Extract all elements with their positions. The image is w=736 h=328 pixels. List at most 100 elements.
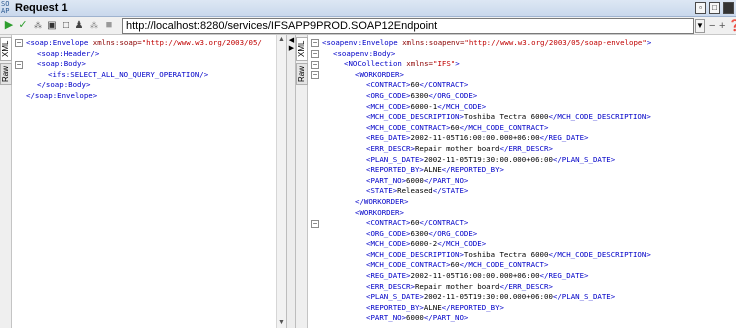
xml-token: </CONTRACT>: [419, 218, 469, 228]
run-icon[interactable]: ▶: [3, 19, 15, 32]
xml-line: <MCH_CODE>6000-2</MCH_CODE>: [322, 239, 651, 250]
collapse-left-icon[interactable]: ◀: [288, 37, 295, 44]
xml-token: Toshiba Tectra 6000: [463, 249, 549, 259]
tab-raw[interactable]: Raw: [0, 63, 12, 85]
stop-icon[interactable]: □: [60, 19, 72, 32]
soap-request-icon: SO AP: [1, 0, 10, 15]
help-icon[interactable]: ❓: [728, 19, 736, 33]
xml-token: <MCH_CODE_CONTRACT>: [366, 122, 451, 132]
xml-token: </ORG_CODE>: [428, 228, 478, 238]
fold-toggle-icon[interactable]: −: [311, 60, 319, 69]
endpoint-url-input[interactable]: http://localhost:8280/services/IFSAPP9PR…: [122, 18, 694, 34]
scroll-down-icon[interactable]: ▼: [277, 318, 286, 328]
xml-token: <PART_NO>: [366, 175, 407, 185]
xml-token: <soap:Header/>: [37, 48, 100, 58]
request-xml-editor[interactable]: <soap:Envelope xmlns:soap="http://www.w3…: [26, 38, 262, 102]
xml-token: </MCH_CODE>: [437, 239, 487, 249]
xml-token: 2002-11-05T16:00:00.000+06:00: [410, 133, 540, 143]
xml-token: </ORG_CODE>: [428, 90, 478, 100]
xml-token: "http://www.w3.org/2003/05/soap-envelope…: [464, 38, 647, 47]
xml-line: <soap:Header/>: [26, 49, 262, 60]
xml-token: </MCH_CODE_DESCRIPTION>: [548, 249, 651, 259]
xml-token: </PART_NO>: [423, 175, 469, 185]
window-title-bar: SO AP Request 1 ▫ □: [0, 0, 736, 17]
fold-toggle-icon[interactable]: −: [15, 60, 23, 69]
xml-token: <NOCollection: [344, 59, 407, 69]
fold-toggle-icon[interactable]: −: [311, 39, 319, 48]
xml-token: </MCH_CODE>: [437, 101, 487, 111]
xml-token: <ifs:SELECT_ALL_NO_QUERY_OPERATION/>: [48, 69, 209, 79]
fold-toggle-icon[interactable]: −: [15, 39, 23, 48]
tab-xml[interactable]: XML: [296, 37, 308, 61]
xml-token: </soap:Body>: [37, 80, 91, 90]
xml-token: <MCH_CODE_DESCRIPTION>: [366, 112, 464, 122]
xml-token: </soap:Envelope>: [26, 90, 98, 100]
xml-token: <REPORTED_BY>: [366, 165, 424, 175]
xml-line: <MCH_CODE_DESCRIPTION>Toshiba Tectra 600…: [322, 112, 651, 123]
tile-icon[interactable]: ■: [103, 19, 115, 32]
maximize-icon[interactable]: □: [709, 2, 720, 14]
xml-line: <WORKORDER>: [322, 208, 651, 219]
xml-line: <CONTRACT>60</CONTRACT>: [322, 80, 651, 91]
format-icon[interactable]: ▣: [46, 19, 58, 32]
fold-toggle-icon[interactable]: −: [311, 71, 319, 80]
xml-token: <ORG_CODE>: [366, 90, 411, 100]
xml-line: <PART_NO>6000</PART_NO>: [322, 313, 651, 324]
xml-token: </MCH_CODE_CONTRACT>: [459, 260, 549, 270]
tab-xml[interactable]: XML: [0, 37, 12, 61]
xml-token: "IFS": [433, 59, 456, 69]
xml-line: <soap:Envelope xmlns:soap="http://www.w3…: [26, 38, 262, 49]
fold-toggle-icon[interactable]: −: [311, 49, 319, 58]
xml-token: <MCH_CODE_DESCRIPTION>: [366, 249, 464, 259]
xml-token: <PLAN_S_DATE>: [366, 292, 424, 302]
restore-icon[interactable]: ▫: [695, 2, 706, 14]
xml-line: </soap:Envelope>: [26, 91, 262, 102]
xml-token: </MCH_CODE_CONTRACT>: [459, 122, 549, 132]
xml-line: </soap:Body>: [26, 80, 262, 91]
endpoint-dropdown-chevron-down-icon[interactable]: ▼: [695, 19, 705, 33]
wsdl-icon[interactable]: ⁂: [32, 19, 44, 32]
xml-line: <soapenv:Envelope xmlns:soapenv="http://…: [322, 38, 651, 49]
xml-line: <REG_DATE>2002-11-05T16:00:00.000+06:00<…: [322, 133, 651, 144]
xml-line: <WORKORDER>: [322, 70, 651, 81]
request-view-tabs: XML Raw: [0, 35, 12, 328]
window-controls: ▫ □: [695, 2, 734, 14]
xml-token: Released: [397, 186, 433, 196]
scroll-up-icon[interactable]: ▲: [277, 35, 286, 45]
xml-line: <ORG_CODE>6300</ORG_CODE>: [322, 91, 651, 102]
xml-token: <ORG_CODE>: [366, 228, 411, 238]
request-scrollbar[interactable]: ▲ ▼: [276, 35, 286, 328]
xml-token: xmlns:soap=: [92, 38, 142, 47]
response-xml-viewer[interactable]: <soapenv:Envelope xmlns:soapenv="http://…: [322, 38, 651, 324]
xml-token: <soap:Body>: [37, 59, 86, 69]
xml-token: 2002-11-05T16:00:00.000+06:00: [410, 271, 540, 281]
request-fold-gutter: − −: [13, 35, 25, 328]
xml-token: ALNE: [423, 302, 442, 312]
xml-token: </WORKORDER>: [355, 196, 409, 206]
close-icon[interactable]: [723, 2, 734, 14]
xml-token: <soapenv:Body>: [333, 48, 396, 58]
xml-line: <CONTRACT>60</CONTRACT>: [322, 218, 651, 229]
xml-token: 2002-11-05T19:30:00.000+06:00: [423, 292, 553, 302]
xml-token: <MCH_CODE>: [366, 239, 411, 249]
tab-raw[interactable]: Raw: [296, 63, 308, 85]
xml-line: <ERR_DESCR>Repair mother board</ERR_DESC…: [322, 282, 651, 293]
wss-icon[interactable]: ⁂: [88, 19, 100, 32]
xml-token: </REG_DATE>: [539, 133, 589, 143]
xml-token: <CONTRACT>: [366, 80, 411, 90]
minus-icon[interactable]: −: [709, 19, 715, 33]
collapse-right-icon[interactable]: ▶: [288, 45, 295, 52]
response-fold-gutter: − − − − −: [309, 35, 321, 328]
xml-line: <MCH_CODE_DESCRIPTION>Toshiba Tectra 600…: [322, 250, 651, 261]
xml-line: <MCH_CODE_CONTRACT>60</MCH_CODE_CONTRACT…: [322, 260, 651, 271]
xml-line: <PLAN_S_DATE>2002-11-05T19:30:00.000+06:…: [322, 292, 651, 303]
xml-token: </PLAN_S_DATE>: [552, 154, 616, 164]
user-icon[interactable]: ♟: [73, 19, 85, 32]
pane-splitter[interactable]: ◀ ▶: [286, 35, 296, 328]
fold-toggle-icon[interactable]: −: [311, 219, 319, 228]
xml-token: <WORKORDER>: [355, 207, 404, 217]
add-assertion-icon[interactable]: ✓: [17, 19, 29, 32]
plus-icon[interactable]: +: [719, 19, 725, 33]
xml-token: </ERR_DESCR>: [499, 281, 553, 291]
xml-line: <NOCollection xmlns="IFS">: [322, 59, 651, 70]
